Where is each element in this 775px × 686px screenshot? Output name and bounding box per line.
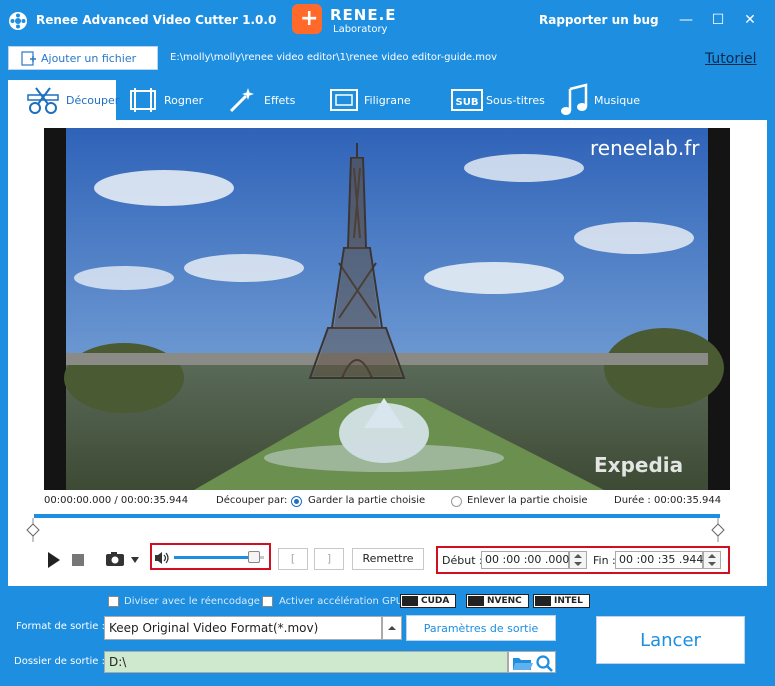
stop-icon[interactable]	[72, 554, 84, 566]
output-params-button[interactable]: Paramètres de sortie	[406, 615, 556, 641]
music-note-icon	[561, 83, 588, 115]
camera-icon	[106, 552, 139, 566]
trim-end-handle[interactable]	[711, 518, 725, 542]
split-reencode-checkbox[interactable]	[108, 596, 119, 607]
mark-in-button[interactable]: [	[278, 548, 308, 570]
add-file-button[interactable]: Ajouter un fichier	[8, 46, 158, 70]
gpu-accel-checkbox[interactable]	[262, 596, 273, 607]
maximize-button[interactable]: ☐	[708, 10, 728, 30]
tab-label: Effets	[264, 94, 296, 107]
video-watermark-top: reneelab.fr	[590, 136, 700, 160]
screenshot-button[interactable]	[103, 548, 143, 570]
play-icon[interactable]	[46, 551, 62, 569]
scissors-film-icon	[27, 87, 59, 114]
renee-logo-icon: +	[292, 4, 322, 34]
end-time-spinner[interactable]	[703, 551, 721, 569]
folder-open-icon[interactable]	[512, 654, 534, 672]
add-file-icon	[21, 51, 36, 66]
remove-part-label: Enlever la partie choisie	[467, 495, 588, 506]
nvidia-icon	[468, 596, 484, 606]
split-reencode-label: Diviser avec le réencodage	[124, 596, 260, 607]
add-file-label: Ajouter un fichier	[41, 52, 137, 65]
tab-label: Découper	[66, 94, 120, 107]
start-time-spinner[interactable]	[569, 551, 587, 569]
subtitle-icon: SUB	[451, 89, 483, 111]
output-format-select[interactable]: Keep Original Video Format(*.mov)	[104, 616, 382, 640]
start-label: Début :	[442, 554, 483, 567]
crop-film-icon	[130, 88, 156, 112]
nvenc-badge: NVENC	[466, 594, 529, 608]
tab-filigrane[interactable]: Filigrane	[326, 80, 426, 120]
tab-label: Sous-titres	[486, 94, 545, 107]
tab-sous-titres[interactable]: SUB Sous-titres	[448, 80, 548, 120]
trim-start-handle[interactable]	[26, 518, 40, 542]
minimize-button[interactable]: —	[676, 10, 696, 30]
end-time-input[interactable]: 00 :00 :35 .944	[615, 551, 703, 569]
volume-icon[interactable]	[154, 551, 170, 565]
duration-text: Durée : 00:00:35.944	[614, 495, 722, 506]
file-path: E:\molly\molly\renee video editor\1\rene…	[170, 52, 498, 63]
reset-button[interactable]: Remettre	[352, 548, 424, 570]
folder-label: Dossier de sortie :	[14, 656, 105, 667]
tab-musique[interactable]: Musique	[558, 80, 648, 120]
spinner-arrows-icon	[708, 554, 716, 566]
tutorial-link[interactable]: Tutoriel	[705, 51, 757, 67]
magic-wand-icon	[229, 88, 254, 113]
launch-button[interactable]: Lancer	[596, 616, 745, 664]
svg-text:SUB: SUB	[456, 97, 479, 108]
current-total-time: 00:00:00.000 / 00:00:35.944	[44, 495, 189, 506]
report-bug-link[interactable]: Rapporter un bug	[539, 13, 659, 27]
search-icon[interactable]	[535, 654, 555, 672]
close-button[interactable]: ✕	[740, 10, 760, 30]
keep-part-label: Garder la partie choisie	[308, 495, 426, 506]
video-frame-image	[44, 128, 730, 490]
volume-slider-knob[interactable]	[248, 551, 260, 563]
intel-icon	[535, 596, 551, 606]
watermark-icon	[330, 89, 358, 111]
tab-rogner[interactable]: Rogner	[124, 80, 214, 120]
video-preview: reneelab.fr Expedia	[44, 128, 730, 490]
cut-by-label: Découper par:	[216, 495, 288, 506]
chevron-up-icon	[388, 626, 396, 630]
intel-badge: INTEL	[533, 594, 590, 608]
tab-decouper[interactable]: Découper	[8, 80, 120, 120]
keep-part-radio[interactable]	[291, 496, 302, 507]
tab-label: Musique	[594, 94, 640, 107]
tab-effets[interactable]: Effets	[224, 80, 314, 120]
start-time-input[interactable]: 00 :00 :00 .000	[481, 551, 569, 569]
tab-label: Rogner	[164, 94, 204, 107]
logo-subtitle: Laboratory	[333, 24, 388, 35]
remove-part-radio[interactable]	[451, 496, 462, 507]
format-dropdown-button[interactable]	[382, 616, 402, 640]
app-film-icon	[9, 12, 27, 30]
end-label: Fin :	[593, 554, 616, 567]
format-label: Format de sortie :	[16, 621, 105, 632]
spinner-arrows-icon	[574, 554, 582, 566]
output-folder-input[interactable]: D:\	[104, 651, 508, 673]
timeline-progress-bar[interactable]	[34, 514, 720, 518]
app-title: Renee Advanced Video Cutter 1.0.0	[36, 13, 277, 27]
logo-name: RENE.E	[330, 6, 397, 24]
folder-actions	[508, 651, 556, 673]
video-watermark-bottom: Expedia	[594, 453, 684, 477]
mark-out-button[interactable]: ]	[314, 548, 344, 570]
nvidia-icon	[402, 596, 418, 606]
cuda-badge: CUDA	[400, 594, 457, 608]
volume-slider[interactable]	[174, 551, 264, 563]
gpu-accel-label: Activer accélération GPU	[279, 596, 404, 607]
tab-label: Filigrane	[364, 94, 411, 107]
